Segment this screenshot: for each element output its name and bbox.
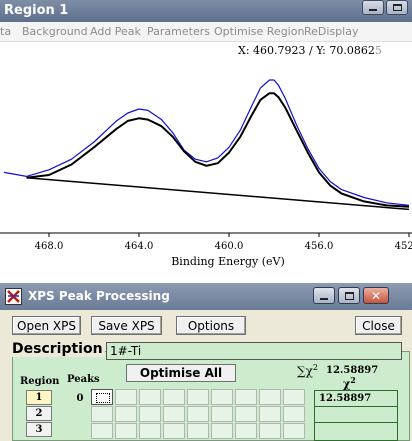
- xps-app-icon: [5, 288, 22, 305]
- peak-cell[interactable]: [211, 389, 233, 405]
- close-icon: ✕: [370, 288, 382, 303]
- peak-cell[interactable]: [139, 423, 161, 439]
- optimise-all-button[interactable]: Optimise All: [126, 364, 236, 382]
- chi-squared-total-label: ∑χ2: [297, 363, 318, 378]
- spectrum-chart[interactable]: 468.0 464.0 460.0 456.0 452.0 Binding Energy …: [0, 0, 412, 272]
- save-xps-button[interactable]: Save XPS: [91, 316, 162, 335]
- peak-cell[interactable]: [139, 406, 161, 422]
- peak-cell[interactable]: [187, 389, 209, 405]
- peak-cell[interactable]: [139, 389, 161, 405]
- peak-cell[interactable]: [259, 406, 281, 422]
- xps-title-bar: XPS Peak Processing ✕: [0, 283, 412, 310]
- peak-grid: [91, 389, 309, 441]
- x-tick-label: 456.0: [305, 241, 334, 252]
- region-button-1[interactable]: 1: [26, 390, 52, 405]
- peak-cell[interactable]: [163, 389, 185, 405]
- description-field[interactable]: 1#-Ti: [106, 342, 402, 360]
- chi-squared-row: [315, 407, 397, 423]
- peak-cell[interactable]: [235, 423, 257, 439]
- x-tick-label: 464.0: [125, 241, 154, 252]
- region-column-header: Region: [20, 376, 60, 387]
- peak-cell[interactable]: [211, 406, 233, 422]
- peaks-column-header: Peaks: [67, 374, 100, 385]
- xps-maximize-button[interactable]: [338, 287, 360, 304]
- peak-cell[interactable]: [115, 406, 137, 422]
- xps-minimize-button[interactable]: [313, 287, 335, 304]
- series-measured-spectrum: [3, 79, 410, 206]
- peak-cell[interactable]: [187, 406, 209, 422]
- region-button-2[interactable]: 2: [26, 406, 52, 421]
- peak-cell[interactable]: [163, 423, 185, 439]
- peak-cell[interactable]: [163, 406, 185, 422]
- peak-cell[interactable]: [283, 406, 305, 422]
- chi-squared-row: [315, 423, 397, 439]
- peak-cell[interactable]: [259, 389, 281, 405]
- x-tick-label: 452.0: [395, 241, 412, 252]
- peak-cell[interactable]: [115, 389, 137, 405]
- minimize-icon: [320, 297, 328, 300]
- peak-cell[interactable]: [187, 423, 209, 439]
- x-axis-label: Binding Energy (eV): [171, 255, 285, 268]
- chi-squared-row: 12.58897: [315, 391, 397, 407]
- close-button[interactable]: Close: [355, 316, 402, 335]
- description-label: Description: [10, 341, 105, 357]
- maximize-icon: [344, 291, 354, 300]
- peak-cell[interactable]: [283, 423, 305, 439]
- peak-cell[interactable]: [235, 406, 257, 422]
- region-window: Region 1 ta Background Add Peak Paramete…: [0, 0, 412, 272]
- peak-count: 0: [76, 392, 84, 404]
- xps-peak-processing-window: XPS Peak Processing ✕ Open XPS Save XPS …: [0, 283, 412, 441]
- peak-cell[interactable]: [91, 389, 113, 405]
- xps-close-window-button[interactable]: ✕: [363, 287, 389, 304]
- peak-cell[interactable]: [283, 389, 305, 405]
- peak-cell[interactable]: [91, 406, 113, 422]
- peak-cell[interactable]: [235, 389, 257, 405]
- peak-cell[interactable]: [91, 423, 113, 439]
- peak-cell[interactable]: [211, 423, 233, 439]
- chi-squared-header: χ2: [343, 375, 356, 391]
- chi-squared-list: 12.58897: [314, 390, 398, 441]
- x-tick-label: 460.0: [215, 241, 244, 252]
- region-button-3[interactable]: 3: [26, 422, 52, 437]
- peak-cell[interactable]: [115, 423, 137, 439]
- options-button[interactable]: Options: [176, 316, 246, 335]
- x-tick-label: 468.0: [35, 241, 64, 252]
- peak-cell[interactable]: [259, 423, 281, 439]
- xps-window-title: XPS Peak Processing: [28, 289, 170, 303]
- open-xps-button[interactable]: Open XPS: [12, 316, 81, 335]
